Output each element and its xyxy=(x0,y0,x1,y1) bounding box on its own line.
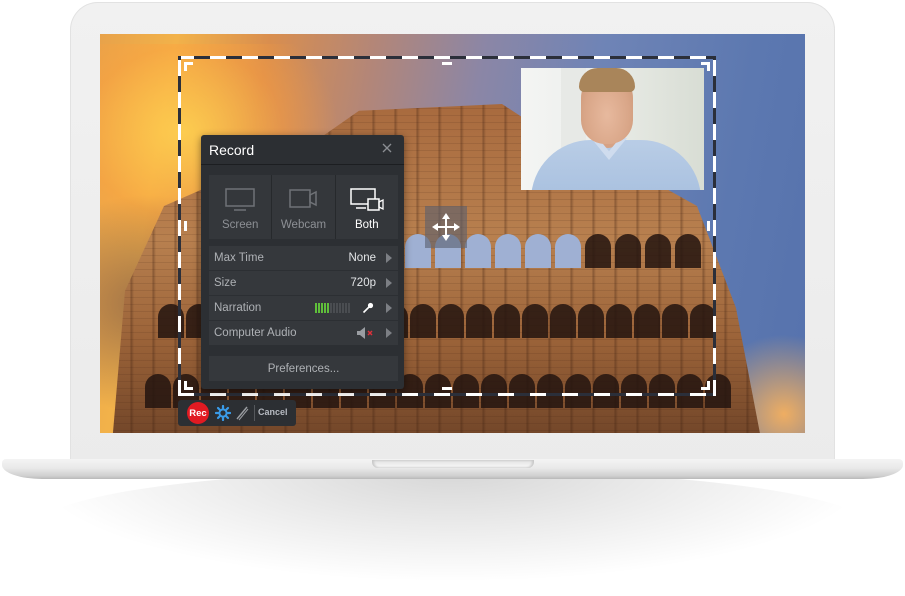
resize-handle-bottom[interactable] xyxy=(442,387,452,390)
monitor-webcam-icon xyxy=(350,188,384,211)
setting-narration[interactable]: Narration xyxy=(209,296,398,320)
meter-bar xyxy=(321,303,323,313)
rec-button[interactable]: Rec xyxy=(187,402,209,424)
meter-bar xyxy=(333,303,335,313)
meter-bar xyxy=(324,303,326,313)
meter-bar xyxy=(348,303,350,313)
selection-edge-right[interactable] xyxy=(713,56,716,396)
narration-level-meter xyxy=(315,303,350,313)
mode-webcam-button[interactable]: Webcam xyxy=(272,175,335,239)
move-arrows-icon xyxy=(432,213,460,241)
mode-screen-button[interactable]: Screen xyxy=(209,175,272,239)
setting-label: Narration xyxy=(214,302,262,314)
toolbar-divider xyxy=(254,405,255,421)
setting-size[interactable]: Size 720p xyxy=(209,271,398,295)
mode-label: Webcam xyxy=(280,219,327,231)
meter-bar xyxy=(339,303,341,313)
cancel-button[interactable]: Cancel xyxy=(258,407,288,417)
selection-edge-bottom[interactable] xyxy=(178,393,716,396)
setting-value: 720p xyxy=(350,277,376,289)
meter-bar xyxy=(318,303,320,313)
setting-value: None xyxy=(348,252,377,264)
close-icon[interactable] xyxy=(380,141,394,155)
microphone-icon xyxy=(362,302,374,314)
selection-edge-top[interactable] xyxy=(178,56,716,59)
resize-handle-left[interactable] xyxy=(184,221,187,231)
record-settings-list: Max Time None Size 720p Narration Comput… xyxy=(209,246,398,346)
resize-handle-top[interactable] xyxy=(442,62,452,65)
setting-label: Computer Audio xyxy=(214,327,297,339)
gear-icon[interactable] xyxy=(215,405,231,421)
chevron-right-icon xyxy=(386,278,392,288)
setting-label: Max Time xyxy=(214,252,264,264)
resize-handle-bottom-left[interactable] xyxy=(184,381,193,390)
webcam-preview[interactable] xyxy=(521,68,704,190)
colosseum-arch xyxy=(144,374,171,408)
laptop-notch xyxy=(372,460,534,468)
resize-handle-right[interactable] xyxy=(707,221,710,231)
meter-bar xyxy=(315,303,317,313)
mode-both-button[interactable]: Both xyxy=(335,175,398,239)
record-mode-selector: Screen Webcam Both xyxy=(209,175,398,239)
meter-bar xyxy=(336,303,338,313)
chevron-right-icon xyxy=(386,303,392,313)
record-panel-title: Record xyxy=(209,142,255,158)
recording-toolbar: Rec Cancel xyxy=(178,400,296,426)
mode-label: Both xyxy=(354,219,379,231)
selection-edge-left[interactable] xyxy=(178,56,181,396)
resize-handle-bottom-right[interactable] xyxy=(701,381,710,390)
resize-handle-top-left[interactable] xyxy=(184,62,193,71)
mode-label: Screen xyxy=(221,219,259,231)
pencil-icon[interactable] xyxy=(235,405,249,421)
setting-max-time[interactable]: Max Time None xyxy=(209,246,398,270)
record-panel: Record Screen Webcam Both Max Time None … xyxy=(201,135,404,389)
meter-bar xyxy=(342,303,344,313)
monitor-icon xyxy=(225,188,255,211)
meter-bar xyxy=(330,303,332,313)
setting-computer-audio[interactable]: Computer Audio xyxy=(209,321,398,345)
move-handle[interactable] xyxy=(425,206,467,248)
webcam-icon xyxy=(289,189,318,208)
meter-bar xyxy=(327,303,329,313)
chevron-right-icon xyxy=(386,253,392,263)
chevron-right-icon xyxy=(386,328,392,338)
speaker-muted-icon xyxy=(357,327,373,339)
preferences-button[interactable]: Preferences... xyxy=(209,356,398,381)
meter-bar xyxy=(345,303,347,313)
webcam-person-hair xyxy=(579,68,635,92)
setting-label: Size xyxy=(214,277,237,289)
record-panel-header: Record xyxy=(201,135,404,165)
laptop-shadow xyxy=(40,470,865,580)
